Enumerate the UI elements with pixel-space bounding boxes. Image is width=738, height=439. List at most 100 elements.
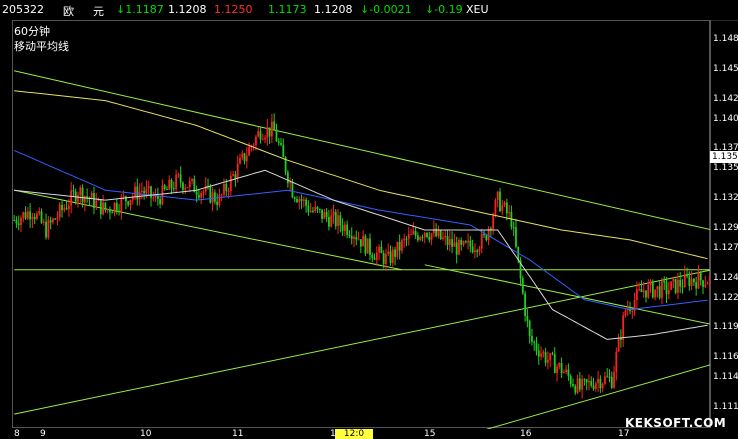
candle-body	[499, 191, 501, 212]
candle-body	[421, 237, 424, 239]
candle-body	[695, 282, 698, 289]
candle-body	[515, 227, 517, 247]
candle-body	[642, 290, 645, 293]
candle-body	[56, 217, 59, 220]
candle-body	[15, 220, 18, 224]
candle-body	[168, 179, 171, 190]
candle-body	[261, 139, 264, 141]
trendline	[14, 269, 711, 415]
candle-body	[58, 204, 61, 218]
candle-body	[61, 204, 63, 211]
candle-body	[291, 182, 294, 198]
candle-body	[339, 215, 342, 226]
candle-body	[674, 278, 677, 293]
candle-body	[412, 231, 415, 235]
candle-body	[702, 280, 704, 287]
candle-body	[405, 238, 408, 240]
time-tick-label: 16	[520, 429, 532, 439]
candle-body	[640, 289, 643, 293]
candle-body	[225, 183, 228, 192]
candle-body	[145, 188, 148, 194]
candle-body	[613, 371, 615, 388]
candle-body	[321, 209, 323, 219]
indicator-label[interactable]: 移动平均线	[14, 38, 69, 54]
period-label: 60分钟	[14, 25, 50, 38]
candle-body	[615, 351, 618, 372]
candle-body	[175, 174, 177, 189]
candle-body	[134, 186, 136, 197]
candle-body	[314, 207, 317, 212]
candle-body	[569, 375, 572, 384]
candle-body	[679, 279, 682, 287]
candle-body	[485, 235, 488, 241]
candle-body	[350, 236, 353, 239]
candle-body	[378, 246, 381, 253]
candle-body	[93, 193, 95, 208]
candle-body	[448, 239, 451, 246]
candle-body	[337, 215, 339, 227]
moving-average-white	[14, 169, 708, 340]
candle-body	[305, 199, 308, 206]
candle-body	[542, 352, 545, 354]
candle-body	[20, 217, 22, 226]
candle-body	[120, 197, 123, 212]
candle-body	[380, 246, 383, 254]
candle-body	[403, 238, 406, 241]
candle-body	[125, 196, 127, 202]
candle-body	[581, 379, 584, 390]
candle-body	[658, 286, 661, 298]
candle-body	[501, 205, 504, 212]
candle-body	[191, 179, 193, 181]
candle-body	[359, 239, 362, 247]
time-tick-label: 15	[424, 429, 436, 439]
candle-body	[551, 353, 554, 355]
candle-body	[268, 127, 271, 137]
candle-body	[423, 232, 426, 238]
candle-body	[202, 191, 205, 193]
candle-body	[549, 353, 552, 360]
candle-body	[83, 196, 86, 203]
candle-body	[252, 145, 255, 147]
candle-body	[236, 163, 239, 179]
candle-body	[578, 378, 581, 390]
candle-body	[394, 249, 396, 257]
candle-body	[67, 205, 70, 210]
candle-body	[266, 127, 269, 138]
candle-body	[428, 237, 431, 240]
candlestick-chart[interactable]	[13, 21, 711, 429]
chart-plot-area[interactable]	[12, 20, 711, 429]
candle-body	[544, 352, 547, 363]
candle-body	[343, 224, 346, 231]
candle-body	[298, 199, 301, 203]
low-price: 1.1173	[268, 3, 307, 16]
candle-body	[371, 254, 374, 258]
candle-body	[293, 197, 296, 200]
candle-body	[341, 225, 344, 231]
candle-body	[47, 220, 50, 238]
candle-body	[332, 211, 335, 216]
candle-body	[109, 209, 111, 213]
candle-body	[182, 182, 184, 190]
instrument-name-1: 欧	[63, 5, 74, 18]
price-tick-label: 1.111	[713, 402, 738, 413]
candle-body	[204, 185, 207, 192]
candle-body	[635, 289, 638, 301]
candle-body	[330, 215, 333, 227]
candle-body	[610, 376, 613, 388]
price-tick-label: 1.145	[713, 63, 738, 74]
candle-body	[654, 289, 657, 298]
candle-body	[232, 174, 235, 176]
candle-body	[521, 278, 524, 294]
candle-body	[355, 236, 358, 240]
candle-body	[29, 211, 32, 220]
candle-body	[346, 224, 349, 235]
candle-body	[136, 186, 139, 200]
candle-body	[241, 153, 244, 158]
candle-body	[33, 216, 36, 219]
candle-body	[444, 235, 447, 238]
candle-body	[533, 341, 536, 344]
candle-body	[439, 230, 442, 239]
price-tick-label: 1.140	[713, 113, 738, 124]
candle-body	[31, 216, 34, 220]
candle-body	[188, 180, 191, 188]
